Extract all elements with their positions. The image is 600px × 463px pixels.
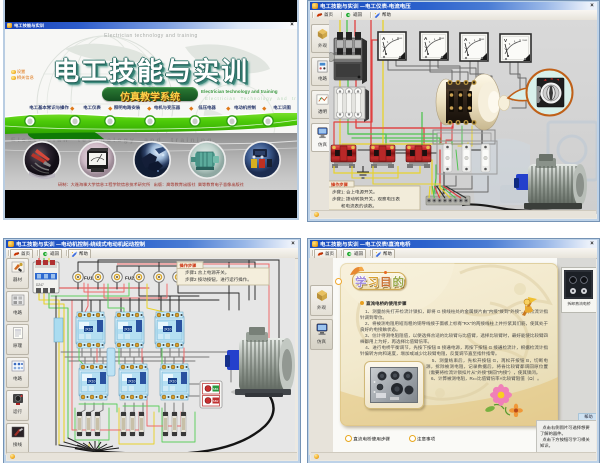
svg-text:max: max	[479, 37, 485, 41]
svg-text:max: max	[397, 36, 403, 40]
svg-text:DZ47: DZ47	[36, 283, 44, 287]
svg-text:步骤1: 合上电源开关。: 步骤1: 合上电源开关。	[332, 190, 378, 196]
svg-text:JX10: JX10	[124, 328, 132, 332]
svg-text:max: max	[522, 38, 528, 42]
svg-text:JX10: JX10	[128, 380, 136, 384]
svg-text:SB2: SB2	[213, 399, 219, 403]
svg-text:FU2: FU2	[125, 276, 134, 281]
svg-text:max: max	[439, 36, 445, 40]
svg-text:JX10: JX10	[88, 380, 96, 384]
svg-text:JX10: JX10	[164, 328, 172, 332]
svg-text:JX10: JX10	[85, 328, 93, 332]
svg-text:SB1: SB1	[213, 387, 219, 391]
svg-text:步骤2: 拨动转换开关，观察电压表: 步骤2: 拨动转换开关，观察电压表	[332, 197, 401, 203]
svg-text:操作步骤: 操作步骤	[331, 182, 349, 188]
svg-text:步骤2 按动按钮，进行运行操作。: 步骤2 按动按钮，进行运行操作。	[185, 277, 252, 283]
svg-text:JX10: JX10	[169, 380, 177, 384]
svg-text:操作步骤: 操作步骤	[180, 263, 198, 269]
svg-text:FU1: FU1	[84, 276, 93, 281]
svg-text:步骤1 合上电源开关。: 步骤1 合上电源开关。	[185, 270, 229, 276]
svg-text:和电流表的读数。: 和电流表的读数。	[341, 204, 377, 210]
